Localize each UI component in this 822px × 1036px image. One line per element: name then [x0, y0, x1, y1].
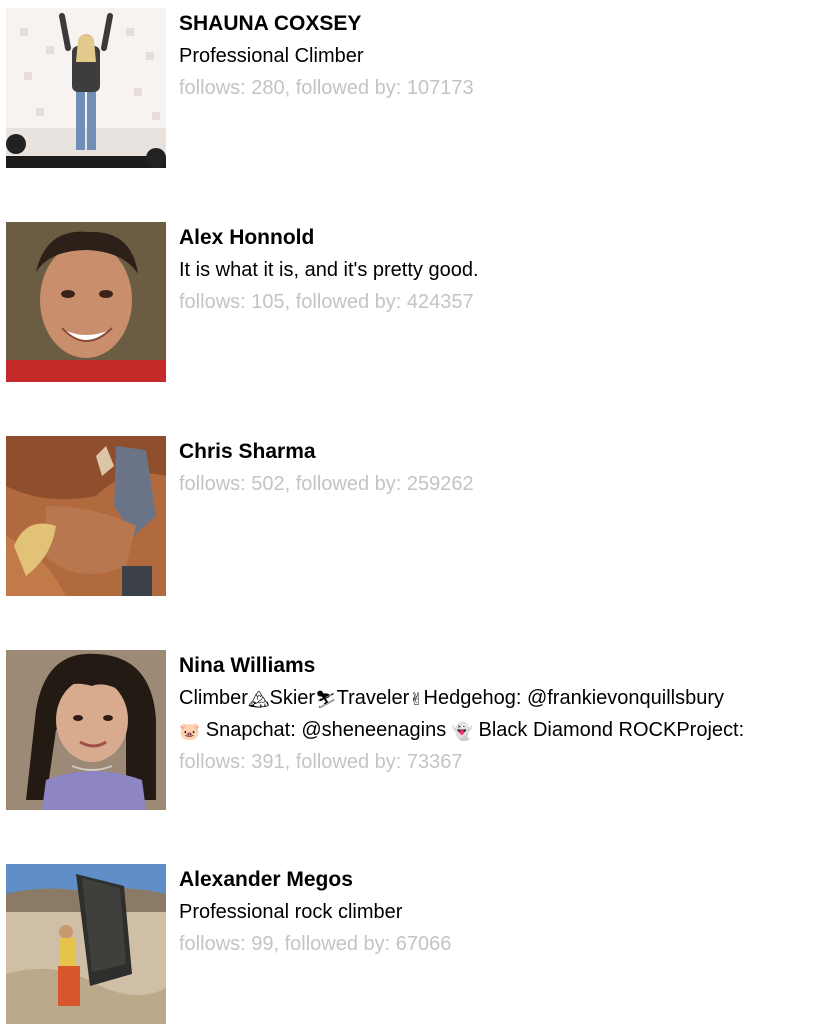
- profile-info: Alexander Megos Professional rock climbe…: [179, 864, 819, 960]
- profile-info: Nina Williams Climber🏔Skier⛷Traveler✌Hed…: [179, 650, 819, 778]
- skier-emoji-icon: ⛷: [315, 690, 337, 710]
- avatar-image: [6, 650, 166, 810]
- profile-info: Alex Honnold It is what it is, and it's …: [179, 222, 819, 318]
- profile-stats: follows: 99, followed by: 67066: [179, 933, 452, 955]
- profile-info: Chris Sharma follows: 502, followed by: …: [179, 436, 819, 500]
- profile-stats: follows: 280, followed by: 107173: [179, 77, 474, 99]
- profile-photo[interactable]: [6, 222, 166, 382]
- profile-name[interactable]: SHAUNA COXSEY: [179, 8, 819, 40]
- profile-name[interactable]: Nina Williams: [179, 650, 819, 682]
- ghost-emoji-icon: 👻: [451, 722, 473, 742]
- profile-photo[interactable]: [6, 436, 166, 596]
- profile-card: Alexander Megos Professional rock climbe…: [6, 864, 816, 1024]
- profile-bio: Climber🏔Skier⛷Traveler✌Hedgehog: @franki…: [179, 682, 819, 714]
- avatar-image: [6, 436, 166, 596]
- profile-card: Chris Sharma follows: 502, followed by: …: [6, 436, 816, 596]
- pig-emoji-icon: 🐷: [179, 722, 201, 742]
- profile-stats: follows: 502, followed by: 259262: [179, 473, 474, 495]
- profile-card: Alex Honnold It is what it is, and it's …: [6, 222, 816, 382]
- avatar-image: [6, 8, 166, 168]
- bio-text: Traveler: [336, 687, 410, 709]
- profile-name[interactable]: Alex Honnold: [179, 222, 819, 254]
- profile-stats: follows: 105, followed by: 424357: [179, 291, 474, 313]
- bio-text: Climber: [179, 687, 248, 709]
- profile-photo[interactable]: [6, 650, 166, 810]
- profile-info: SHAUNA COXSEY Professional Climber follo…: [179, 8, 819, 104]
- profile-bio: Professional Climber: [179, 45, 364, 67]
- profile-bio-line2: 🐷 Snapchat: @sheneenagins 👻 Black Diamon…: [179, 714, 819, 746]
- profile-name[interactable]: Chris Sharma: [179, 436, 819, 468]
- bio-text: Skier: [269, 687, 316, 709]
- avatar-image: [6, 864, 166, 1024]
- profile-stats: follows: 391, followed by: 73367: [179, 751, 463, 773]
- avatar-image: [6, 222, 166, 382]
- profile-photo[interactable]: [6, 864, 166, 1024]
- bio-text: Hedgehog: @frankievonquillsbury: [423, 687, 725, 709]
- profile-card: Nina Williams Climber🏔Skier⛷Traveler✌Hed…: [6, 650, 816, 810]
- profile-card: SHAUNA COXSEY Professional Climber follo…: [6, 8, 816, 168]
- profile-photo[interactable]: [6, 8, 166, 168]
- mountain-emoji-icon: 🏔: [247, 690, 270, 710]
- bio-text: Snapchat: @sheneenagins: [200, 719, 452, 741]
- profile-name[interactable]: Alexander Megos: [179, 864, 819, 896]
- profile-bio: It is what it is, and it's pretty good.: [179, 259, 479, 281]
- profile-bio: Professional rock climber: [179, 901, 403, 923]
- victory-hand-emoji-icon: ✌: [409, 690, 424, 710]
- bio-text: Black Diamond ROCKProject:: [472, 719, 745, 741]
